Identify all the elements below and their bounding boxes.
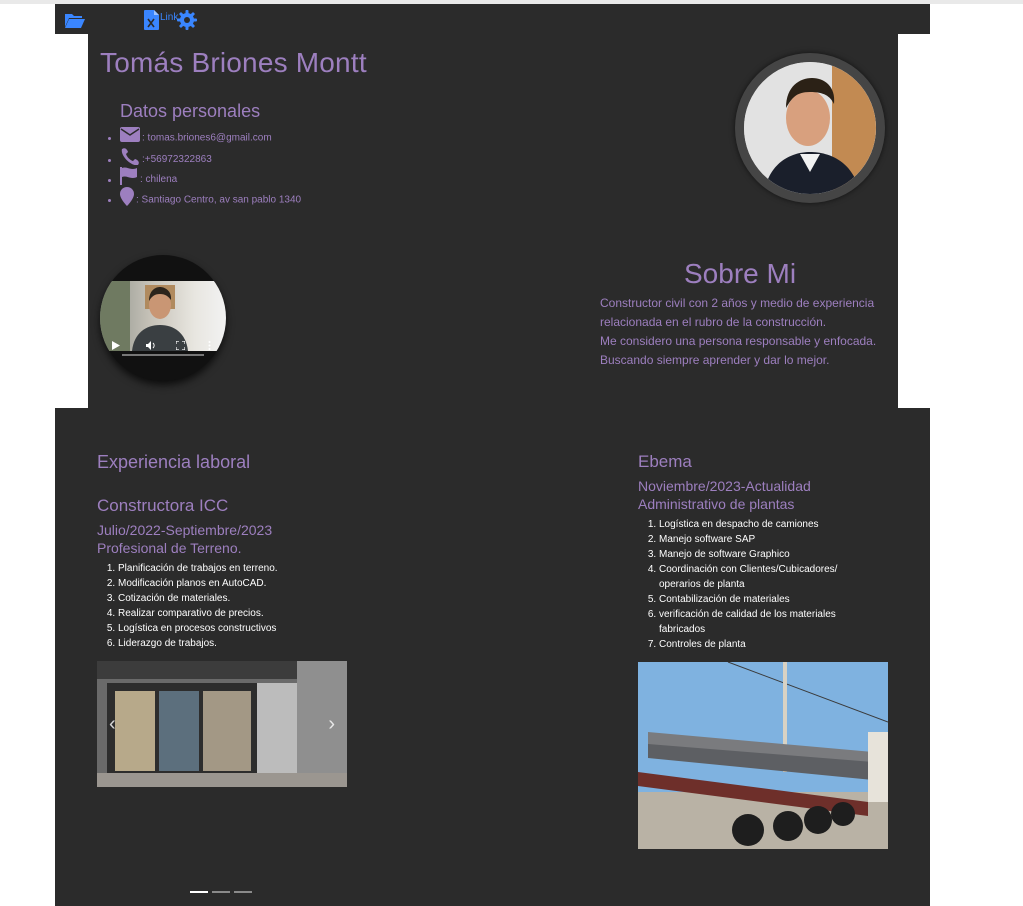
list-item: Controles de planta [659, 637, 859, 652]
company-name: Constructora ICC [97, 496, 229, 515]
gear-icon[interactable] [177, 10, 197, 30]
list-item: verificación de calidad de los materiale… [659, 607, 859, 637]
list-item: Manejo software SAP [659, 532, 859, 547]
about-line: Me considero una persona responsable y e… [600, 334, 877, 348]
carousel-indicator[interactable] [234, 891, 252, 893]
personal-data-title: Datos personales [120, 101, 261, 121]
list-item: Planificación de trabajos en terreno. [118, 561, 358, 576]
about-title: Sobre Mi [684, 258, 797, 289]
experience-section: Experiencia laboral Constructora ICC Jul… [55, 408, 930, 906]
list-item: Logística en procesos constructivos [118, 621, 358, 636]
job-period: Noviembre/2023-Actualidad Administrativo… [638, 477, 811, 513]
fullscreen-icon[interactable] [176, 341, 185, 350]
list-item: :+56972322863 [120, 147, 301, 167]
list-item: Logística en despacho de camiones [659, 517, 859, 532]
job-period: Julio/2022-Septiembre/2023 Profesional d… [97, 521, 272, 557]
personal-data-list: : tomas.briones6@gmail.com :+56972322863… [102, 127, 301, 207]
email-text: : tomas.briones6@gmail.com [142, 132, 272, 144]
intro-video[interactable] [100, 255, 226, 381]
carousel-indicator[interactable] [190, 891, 208, 893]
about-line: Constructor civil con 2 años y medio de … [600, 296, 875, 310]
about-line: relacionada en el rubro de la construcci… [600, 315, 827, 329]
nav-link[interactable]: Link [160, 12, 178, 23]
map-pin-icon [120, 187, 134, 214]
excel-file-icon[interactable] [143, 10, 159, 30]
list-item: Manejo de software Graphico [659, 547, 859, 562]
about-text: Constructor civil con 2 años y medio de … [600, 294, 900, 370]
image-carousel[interactable]: ‹ › [97, 661, 347, 787]
chevron-left-icon[interactable]: ‹ [109, 714, 116, 734]
list-item: Contabilización de materiales [659, 592, 859, 607]
carousel-indicator[interactable] [212, 891, 230, 893]
task-list: Planificación de trabajos en terreno. Mo… [97, 561, 358, 651]
job-role: Profesional de Terreno. [97, 540, 242, 556]
profile-photo [735, 53, 885, 203]
experience-title: Experiencia laboral [97, 452, 251, 472]
list-item: Coordinación con Clientes/Cubicadores/ o… [659, 562, 859, 592]
folder-open-icon[interactable] [64, 10, 86, 30]
about-line: Buscando siempre aprender y dar lo mejor… [600, 353, 830, 367]
profile-name: Tomás Briones Montt [100, 47, 367, 78]
truck-photo[interactable] [638, 662, 888, 849]
volume-icon[interactable] [146, 341, 156, 350]
storefront-photo [97, 661, 347, 787]
company-name: Ebema [638, 452, 692, 471]
list-item: Cotización de materiales. [118, 591, 358, 606]
job-dates: Noviembre/2023-Actualidad [638, 478, 811, 494]
list-item: : tomas.briones6@gmail.com [120, 127, 301, 147]
navbar: Link [55, 4, 930, 34]
address-text: : Santiago Centro, av san pablo 1340 [136, 194, 302, 206]
list-item: Liderazgo de trabajos. [118, 636, 358, 651]
chevron-right-icon[interactable]: › [328, 714, 335, 734]
list-item: : chilena [120, 167, 301, 187]
job-dates: Julio/2022-Septiembre/2023 [97, 522, 273, 538]
profile-header: Tomás Briones Montt Datos personales : t… [88, 34, 898, 408]
nationality-text: : chilena [140, 174, 178, 185]
job-role: Administrativo de plantas [638, 496, 795, 512]
play-icon[interactable] [112, 341, 120, 350]
list-item: Realizar comparativo de precios. [118, 606, 358, 621]
more-options-icon[interactable] [208, 341, 211, 350]
video-progress-bar[interactable] [122, 354, 204, 356]
list-item: : Santiago Centro, av san pablo 1340 [120, 187, 301, 207]
list-item: Modificación planos en AutoCAD. [118, 576, 358, 591]
phone-text: :+56972322863 [142, 154, 212, 165]
carousel-indicators [190, 891, 252, 893]
task-list: Logística en despacho de camiones Manejo… [638, 517, 859, 652]
